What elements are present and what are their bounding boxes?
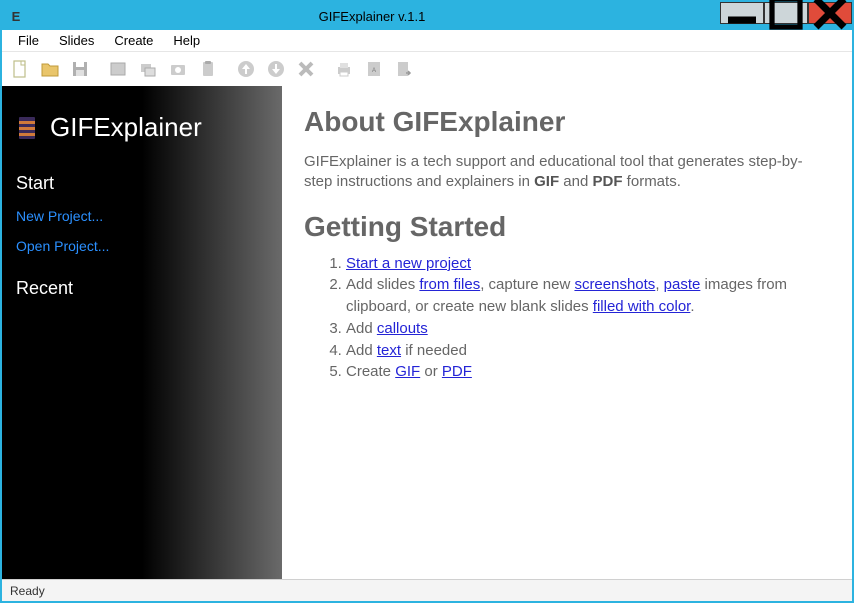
list-text: , capture new — [480, 276, 574, 293]
minimize-button[interactable] — [720, 2, 764, 24]
link-paste[interactable]: paste — [664, 276, 701, 293]
toolbar-delete-button[interactable] — [292, 55, 320, 83]
about-paragraph: GIFExplainer is a tech support and educa… — [304, 152, 830, 193]
export-icon — [394, 59, 414, 79]
titlebar[interactable]: E GIFExplainer v.1.1 — [2, 2, 852, 30]
delete-icon — [296, 59, 316, 79]
app-icon: E — [8, 8, 24, 24]
menu-slides[interactable]: Slides — [49, 31, 104, 50]
toolbar-print-button[interactable] — [330, 55, 358, 83]
sidebar: GIFExplainer Start New Project... Open P… — [2, 86, 282, 579]
toolbar-export-pdf-button[interactable]: A — [360, 55, 388, 83]
toolbar-add-slides-button[interactable] — [134, 55, 162, 83]
printer-icon — [334, 59, 354, 79]
sidebar-open-project[interactable]: Open Project... — [16, 238, 268, 254]
close-icon — [809, 0, 851, 34]
list-text: if needed — [401, 342, 467, 359]
getting-started-list: Start a new project Add slides from file… — [346, 253, 830, 384]
app-window: E GIFExplainer v.1.1 File Slides Create … — [0, 0, 854, 603]
list-text: , — [655, 276, 663, 293]
brand-text: GIFExplainer — [50, 112, 202, 143]
svg-text:A: A — [372, 68, 376, 74]
about-gif-strong: GIF — [534, 173, 559, 190]
brand-icon — [16, 115, 38, 141]
toolbar-move-down-button[interactable] — [262, 55, 290, 83]
toolbar-blank-slide-button[interactable] — [104, 55, 132, 83]
toolbar-paste-button[interactable] — [194, 55, 222, 83]
list-text: Create — [346, 363, 395, 380]
getting-started-title: Getting Started — [304, 211, 830, 243]
open-folder-icon — [40, 59, 60, 79]
about-title: About GIFExplainer — [304, 106, 830, 138]
about-text: and — [559, 173, 592, 190]
link-text[interactable]: text — [377, 342, 401, 359]
link-from-files[interactable]: from files — [419, 276, 480, 293]
list-item: Create GIF or PDF — [346, 361, 830, 383]
toolbar-export-gif-button[interactable] — [390, 55, 418, 83]
toolbar-move-up-button[interactable] — [232, 55, 260, 83]
list-text: Add — [346, 342, 377, 359]
arrow-up-icon — [236, 59, 256, 79]
close-button[interactable] — [808, 2, 852, 24]
body: GIFExplainer Start New Project... Open P… — [2, 86, 852, 579]
maximize-icon — [765, 0, 807, 34]
link-callouts[interactable]: callouts — [377, 320, 428, 337]
link-screenshots[interactable]: screenshots — [574, 276, 655, 293]
toolbar-open-button[interactable] — [36, 55, 64, 83]
window-controls — [720, 2, 852, 30]
toolbar-separator — [322, 55, 328, 83]
maximize-button[interactable] — [764, 2, 808, 24]
brand: GIFExplainer — [16, 112, 268, 143]
pdf-icon: A — [364, 59, 384, 79]
toolbar: A — [2, 52, 852, 86]
save-icon — [70, 59, 90, 79]
list-item: Add text if needed — [346, 340, 830, 362]
menu-help[interactable]: Help — [163, 31, 210, 50]
minimize-icon — [721, 0, 763, 34]
clipboard-icon — [198, 59, 218, 79]
list-item: Add slides from files, capture new scree… — [346, 274, 830, 318]
toolbar-separator — [96, 55, 102, 83]
blank-slide-icon — [108, 59, 128, 79]
list-text: . — [690, 298, 694, 315]
toolbar-save-button[interactable] — [66, 55, 94, 83]
sidebar-new-project[interactable]: New Project... — [16, 208, 268, 224]
toolbar-new-button[interactable] — [6, 55, 34, 83]
link-create-gif[interactable]: GIF — [395, 363, 420, 380]
list-text: or — [420, 363, 442, 380]
window-title: GIFExplainer v.1.1 — [24, 9, 720, 24]
list-text: Add — [346, 320, 377, 337]
toolbar-screenshot-button[interactable] — [164, 55, 192, 83]
link-filled-color[interactable]: filled with color — [593, 298, 691, 315]
sidebar-start-head: Start — [16, 173, 268, 194]
menu-create[interactable]: Create — [104, 31, 163, 50]
about-text: formats. — [623, 173, 681, 190]
sidebar-recent-head: Recent — [16, 278, 268, 299]
content: About GIFExplainer GIFExplainer is a tec… — [282, 86, 852, 579]
list-text: Add slides — [346, 276, 419, 293]
menu-file[interactable]: File — [8, 31, 49, 50]
camera-icon — [168, 59, 188, 79]
arrow-down-icon — [266, 59, 286, 79]
list-item: Start a new project — [346, 253, 830, 275]
add-slides-icon — [138, 59, 158, 79]
about-pdf-strong: PDF — [593, 173, 623, 190]
link-create-pdf[interactable]: PDF — [442, 363, 472, 380]
statusbar: Ready — [2, 579, 852, 601]
list-item: Add callouts — [346, 318, 830, 340]
toolbar-separator — [224, 55, 230, 83]
status-text: Ready — [10, 584, 45, 598]
new-file-icon — [10, 59, 30, 79]
link-start-project[interactable]: Start a new project — [346, 255, 471, 272]
